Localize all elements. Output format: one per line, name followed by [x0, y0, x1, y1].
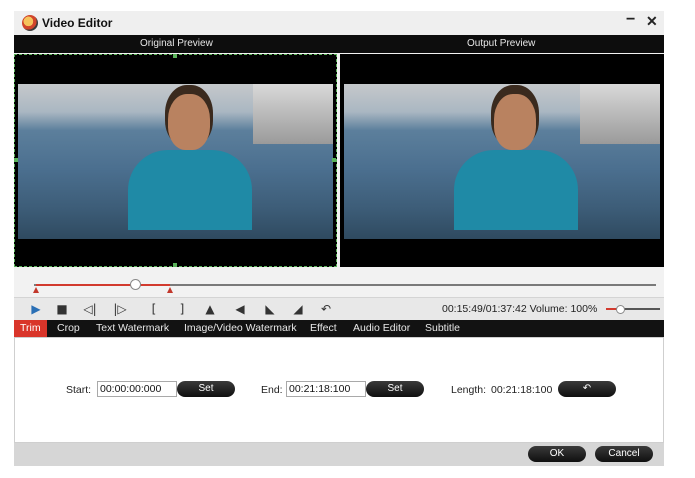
- next-frame-icon[interactable]: |▷: [112, 301, 128, 317]
- rotate-right-icon[interactable]: ◢: [290, 301, 306, 317]
- output-video-frame: [344, 84, 660, 239]
- editor-tabs: Trim Crop Text Watermark Image/Video Wat…: [14, 320, 664, 337]
- set-end-icon[interactable]: ]: [174, 301, 190, 317]
- prev-frame-icon[interactable]: ◁|: [82, 301, 98, 317]
- window-title: Video Editor: [42, 16, 113, 30]
- original-video-frame: [18, 84, 333, 239]
- tab-text-watermark[interactable]: Text Watermark: [96, 322, 169, 334]
- set-start-icon[interactable]: [: [146, 301, 162, 317]
- volume-slider[interactable]: [606, 305, 660, 314]
- flip-horizontal-icon[interactable]: ▲: [202, 301, 218, 317]
- trim-panel: Start: 00:00:00:000 Set End: 00:21:18:10…: [14, 337, 664, 443]
- trim-end-marker[interactable]: [167, 287, 173, 293]
- time-display: 00:15:49/01:37:42: [442, 303, 527, 315]
- cancel-button[interactable]: Cancel: [595, 446, 653, 462]
- reset-trim-button[interactable]: ↶: [558, 381, 616, 397]
- original-preview-label: Original Preview: [140, 38, 213, 49]
- output-preview-label: Output Preview: [467, 38, 536, 49]
- app-logo-icon: [22, 15, 38, 31]
- output-preview: [340, 54, 664, 267]
- video-editor-window: Video Editor − ✕ Original Preview Output…: [14, 11, 664, 466]
- tab-audio-editor[interactable]: Audio Editor: [353, 322, 410, 334]
- title-bar: Video Editor − ✕: [14, 11, 664, 36]
- play-icon[interactable]: ▶: [28, 301, 44, 317]
- start-time-field[interactable]: 00:00:00:000: [97, 381, 177, 397]
- preview-header: Original Preview Output Preview: [14, 35, 664, 53]
- start-label: Start:: [66, 384, 92, 396]
- playback-controls: ▶ ■ ◁| |▷ [] ▲ ◀ ◣ ◢ ↶ 00:15:49/01:37:42 Volume: …: [14, 297, 664, 320]
- original-preview[interactable]: [14, 54, 337, 267]
- crop-handle[interactable]: [332, 158, 336, 162]
- timeline[interactable]: [14, 267, 664, 297]
- volume-label: Volume:: [529, 303, 568, 315]
- volume-value: 100%: [570, 303, 598, 315]
- tab-effect[interactable]: Effect: [310, 322, 337, 334]
- reset-icon[interactable]: ↶: [318, 301, 334, 317]
- ok-button[interactable]: OK: [528, 446, 586, 462]
- end-time-field[interactable]: 00:21:18:100: [286, 381, 366, 397]
- length-label: Length:: [451, 384, 487, 396]
- reset-icon: ↶: [582, 383, 592, 394]
- dialog-footer: OK Cancel: [14, 443, 664, 466]
- set-end-button[interactable]: Set: [366, 381, 424, 397]
- rotate-left-icon[interactable]: ◣: [262, 301, 278, 317]
- tab-crop[interactable]: Crop: [57, 322, 80, 334]
- volume-knob[interactable]: [615, 305, 625, 314]
- stop-icon[interactable]: ■: [54, 301, 70, 317]
- tab-trim[interactable]: Trim: [14, 320, 47, 337]
- crop-handle[interactable]: [14, 158, 18, 162]
- trim-start-marker[interactable]: [33, 287, 39, 293]
- trim-range: [36, 284, 170, 286]
- tab-subtitle[interactable]: Subtitle: [425, 322, 460, 334]
- time-volume-readout: 00:15:49/01:37:42 Volume: 100%: [442, 303, 597, 315]
- playhead-knob[interactable]: [130, 279, 141, 290]
- crop-handle[interactable]: [173, 54, 177, 58]
- close-button[interactable]: ✕: [646, 13, 658, 30]
- flip-vertical-icon[interactable]: ◀: [232, 301, 248, 317]
- set-start-button[interactable]: Set: [177, 381, 235, 397]
- minimize-button[interactable]: −: [626, 11, 635, 29]
- end-label: End:: [261, 384, 283, 396]
- length-value: 00:21:18:100: [491, 384, 553, 396]
- tab-image-video-watermark[interactable]: Image/Video Watermark: [184, 322, 297, 334]
